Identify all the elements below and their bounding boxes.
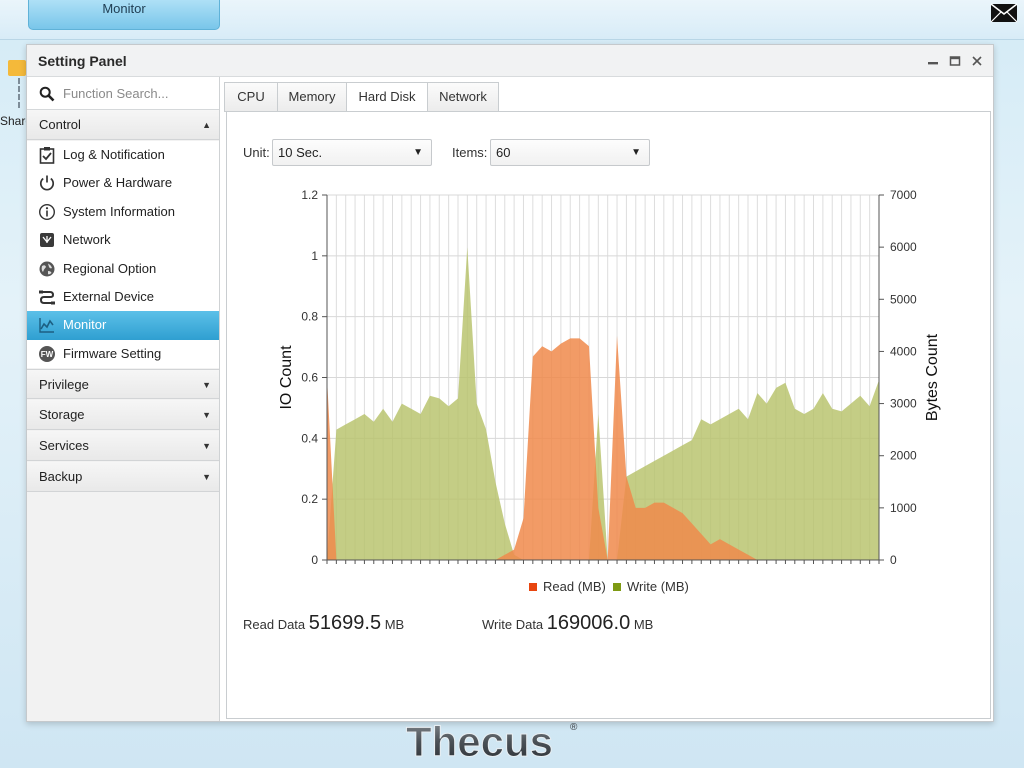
- info-icon: [38, 203, 56, 220]
- y-tick-label-right: 7000: [890, 188, 917, 202]
- top-tab-monitor[interactable]: Monitor: [28, 0, 220, 30]
- section-label: Services: [39, 438, 89, 453]
- section-label: Control: [39, 117, 81, 132]
- read-data-label: Read Data: [243, 617, 306, 632]
- envelope-icon[interactable]: [990, 2, 1018, 24]
- window-title-bar[interactable]: Setting Panel: [27, 45, 993, 77]
- legend-label-read: Read (MB): [543, 579, 606, 594]
- sidebar-item-power-hardware[interactable]: Power & Hardware: [27, 169, 219, 197]
- sidebar-item-label: Power & Hardware: [63, 175, 173, 191]
- minimize-icon[interactable]: [927, 55, 939, 67]
- section-backup[interactable]: Backup ▼: [27, 462, 219, 492]
- tab-network[interactable]: Network: [427, 82, 499, 112]
- sidebar-item-network[interactable]: Network: [27, 226, 219, 254]
- read-data-unit: MB: [384, 617, 405, 632]
- tab-hard-disk[interactable]: Hard Disk: [346, 82, 428, 113]
- sidebar: Control ▲ Log & Notification Power & Har…: [27, 77, 220, 721]
- sidebar-item-label: Monitor: [63, 317, 107, 333]
- y-tick-label-left: 0.2: [301, 492, 318, 506]
- y-tick-label-left: 1: [311, 249, 318, 263]
- setting-panel-window: Setting Panel Control ▲: [26, 44, 994, 722]
- y-tick-label-right: 6000: [890, 240, 917, 254]
- write-data-unit: MB: [633, 617, 654, 632]
- hard-disk-chart: 0 0.2 0.4 0.6 0.8 1 1.2 0 1000 2000 3000 4000 5000 60…: [278, 188, 941, 594]
- globe-icon: [39, 261, 55, 277]
- write-data-label: Write Data: [482, 617, 544, 632]
- svg-text:®: ®: [570, 722, 578, 733]
- legend-label-write: Write (MB): [627, 579, 689, 594]
- chevron-down-icon: ▼: [202, 410, 211, 420]
- tab-cpu[interactable]: CPU: [224, 82, 278, 112]
- write-data-value: 169006.0: [546, 612, 631, 634]
- y-tick-label-right: 2000: [890, 449, 917, 463]
- sidebar-item-log-notification[interactable]: Log & Notification: [27, 141, 219, 169]
- legend-swatch-write: [613, 583, 621, 591]
- svg-text:Thecus: Thecus: [406, 718, 553, 764]
- y-tick-label-left: 0.6: [301, 371, 318, 385]
- sidebar-item-label: Network: [63, 232, 111, 248]
- thecus-logo: Thecus ®: [406, 718, 579, 764]
- sidebar-item-regional-option[interactable]: Regional Option: [27, 255, 219, 283]
- section-storage[interactable]: Storage ▼: [27, 400, 219, 430]
- y-tick-label-right: 5000: [890, 292, 917, 306]
- top-bar: Monitor: [0, 0, 1024, 40]
- search-input[interactable]: [61, 83, 211, 103]
- chevron-down-icon: ▼: [202, 472, 211, 482]
- sidebar-item-monitor[interactable]: Monitor: [27, 311, 219, 340]
- network-icon: [40, 233, 54, 248]
- sidebar-item-system-information[interactable]: System Information: [27, 198, 219, 226]
- legend-swatch-read: [529, 583, 537, 591]
- section-privilege[interactable]: Privilege ▼: [27, 369, 219, 399]
- firmware-badge-text: FW: [41, 350, 54, 359]
- y-tick-label-left: 1.2: [301, 188, 318, 202]
- section-control[interactable]: Control ▲: [27, 110, 219, 140]
- series-write-area: [327, 247, 879, 560]
- section-label: Privilege: [39, 377, 89, 392]
- sidebar-item-external-device[interactable]: External Device: [27, 283, 219, 311]
- section-label: Storage: [39, 407, 85, 422]
- clipboard-check-icon: [39, 147, 55, 164]
- tab-memory[interactable]: Memory: [277, 82, 347, 112]
- chart-icon: [39, 318, 54, 334]
- write-data-stat: Write Data 169006.0 MB: [482, 612, 653, 635]
- chevron-up-icon: ▲: [202, 120, 211, 130]
- window-title: Setting Panel: [38, 53, 127, 69]
- sidebar-item-label: External Device: [63, 288, 155, 304]
- y-axis-label-right: Bytes Count: [924, 333, 941, 421]
- function-search: [27, 77, 219, 110]
- usb-icon: [39, 290, 55, 305]
- close-icon[interactable]: [971, 55, 983, 67]
- read-data-stat: Read Data 51699.5 MB: [243, 612, 404, 635]
- sidebar-item-label: Log & Notification: [63, 147, 165, 162]
- chevron-down-icon: ▼: [202, 441, 211, 451]
- y-tick-label-right: 4000: [890, 344, 917, 358]
- chevron-down-icon: ▼: [202, 380, 211, 390]
- sidebar-item-label: Firmware Setting: [63, 345, 162, 361]
- y-tick-label-right: 3000: [890, 397, 917, 411]
- y-tick-label-left: 0.8: [301, 310, 318, 324]
- y-tick-label-right: 0: [890, 553, 897, 567]
- power-icon: [39, 175, 55, 191]
- control-menu: Log & Notification Power & Hardware Syst…: [27, 141, 219, 369]
- folder-icon: [8, 60, 26, 76]
- search-icon: [39, 86, 55, 102]
- hard-disk-panel: Unit: 10 Sec. ▼ Items: 60 ▼ 0 0.2 0.4 0.6 0.…: [226, 111, 991, 719]
- sidebar-item-label: System Information: [63, 203, 175, 219]
- sidebar-item-label: Regional Option: [63, 260, 157, 276]
- y-tick-label-left: 0: [311, 553, 318, 567]
- section-services[interactable]: Services ▼: [27, 431, 219, 461]
- firmware-icon: FW: [39, 345, 55, 362]
- section-label: Backup: [39, 469, 83, 484]
- sidebar-item-firmware-setting[interactable]: FW Firmware Setting: [27, 340, 219, 368]
- y-axis-label-left: IO Count: [278, 345, 295, 410]
- y-tick-label-left: 0.4: [301, 431, 318, 445]
- maximize-icon[interactable]: [949, 55, 961, 67]
- read-data-value: 51699.5: [308, 612, 382, 634]
- y-tick-label-right: 1000: [890, 501, 917, 515]
